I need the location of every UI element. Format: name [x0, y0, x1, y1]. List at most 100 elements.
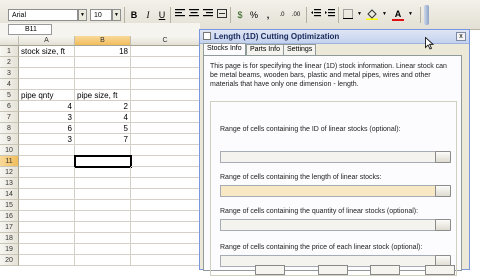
cell-a[interactable]: pipe qnty — [19, 90, 75, 101]
cell-c[interactable] — [131, 79, 200, 90]
increase-indent-icon[interactable] — [324, 9, 336, 21]
cell-a[interactable]: stock size, ft — [19, 46, 75, 57]
cell-b[interactable] — [75, 200, 131, 211]
align-center-icon[interactable] — [188, 9, 200, 21]
cell-b[interactable] — [75, 255, 131, 266]
currency-button[interactable]: $ — [234, 9, 246, 21]
row-header[interactable]: 10 — [0, 145, 19, 156]
font-name-box[interactable]: Arial — [8, 9, 78, 21]
cell-b[interactable]: 4 — [75, 112, 131, 123]
cell-c[interactable] — [131, 68, 200, 79]
font-dropdown-arrow-icon[interactable]: ▼ — [78, 9, 87, 21]
cell-b[interactable]: 2 — [75, 101, 131, 112]
row-header[interactable]: 9 — [0, 134, 19, 145]
column-header-b[interactable]: B — [75, 36, 131, 46]
row-header[interactable]: 8 — [0, 123, 19, 134]
stock-length-range-picker-button[interactable] — [435, 185, 451, 197]
font-color-button[interactable]: A — [392, 9, 404, 21]
cell-a[interactable] — [19, 57, 75, 68]
font-color-dropdown-arrow-icon[interactable]: ▼ — [406, 9, 415, 21]
row-header[interactable]: 18 — [0, 233, 19, 244]
borders-icon[interactable] — [342, 9, 354, 21]
borders-dropdown-arrow-icon[interactable]: ▼ — [355, 9, 364, 21]
cell-a[interactable]: 3 — [19, 112, 75, 123]
font-size-box[interactable]: 10 — [90, 9, 112, 21]
cell-b[interactable] — [75, 233, 131, 244]
cell-a[interactable] — [19, 189, 75, 200]
cell-a[interactable]: 4 — [19, 101, 75, 112]
row-header[interactable]: 4 — [0, 79, 19, 90]
stock-id-range-picker-button[interactable] — [435, 151, 451, 163]
cell-a[interactable] — [19, 244, 75, 255]
cell-a[interactable] — [19, 178, 75, 189]
row-header[interactable]: 2 — [0, 57, 19, 68]
row-header[interactable]: 19 — [0, 244, 19, 255]
row-header[interactable]: 14 — [0, 189, 19, 200]
cell-a[interactable]: 3 — [19, 134, 75, 145]
cell-c[interactable] — [131, 90, 200, 101]
decrease-indent-icon[interactable] — [310, 9, 322, 21]
cell-a[interactable] — [19, 145, 75, 156]
stock-id-range-input[interactable] — [220, 151, 438, 163]
cell-b[interactable] — [75, 167, 131, 178]
cell-a[interactable] — [19, 200, 75, 211]
row-header[interactable]: 17 — [0, 222, 19, 233]
size-dropdown-arrow-icon[interactable]: ▼ — [112, 9, 121, 21]
percent-button[interactable]: % — [248, 9, 260, 21]
row-header[interactable]: 15 — [0, 200, 19, 211]
fill-color-icon[interactable] — [366, 9, 378, 21]
cell-b[interactable] — [75, 145, 131, 156]
increase-decimal-icon[interactable]: .0 — [276, 9, 288, 21]
cell-c[interactable] — [131, 244, 200, 255]
row-header[interactable]: 20 — [0, 255, 19, 266]
align-right-icon[interactable] — [202, 9, 214, 21]
cell-b[interactable]: 18 — [75, 46, 131, 57]
dialog-button[interactable] — [318, 265, 348, 275]
dialog-button[interactable] — [425, 265, 455, 275]
cell-a[interactable]: 6 — [19, 123, 75, 134]
cell-c[interactable] — [131, 156, 200, 167]
cell-c[interactable] — [131, 211, 200, 222]
cell-a[interactable] — [19, 167, 75, 178]
decrease-decimal-icon[interactable]: .00 — [290, 9, 302, 21]
stock-length-range-input[interactable] — [220, 185, 438, 197]
cell-b[interactable]: 5 — [75, 123, 131, 134]
row-header[interactable]: 6 — [0, 101, 19, 112]
cell-a[interactable] — [19, 233, 75, 244]
cell-b[interactable] — [75, 211, 131, 222]
cell-a[interactable] — [19, 79, 75, 90]
bold-button[interactable]: B — [128, 9, 140, 21]
cell-c[interactable] — [131, 46, 200, 57]
cell-c[interactable] — [131, 233, 200, 244]
italic-button[interactable]: I — [142, 9, 154, 21]
stock-quantity-range-input[interactable] — [220, 219, 438, 231]
dialog-button[interactable] — [255, 265, 285, 275]
select-all-corner[interactable] — [0, 36, 19, 46]
row-header[interactable]: 11 — [0, 156, 19, 167]
row-header[interactable]: 13 — [0, 178, 19, 189]
cell-b[interactable] — [75, 57, 131, 68]
cell-b[interactable]: pipe size, ft — [75, 90, 131, 101]
cell-c[interactable] — [131, 255, 200, 266]
fill-dropdown-arrow-icon[interactable]: ▼ — [380, 9, 389, 21]
cell-b[interactable] — [75, 244, 131, 255]
row-header[interactable]: 5 — [0, 90, 19, 101]
cell-c[interactable] — [131, 178, 200, 189]
cell-a[interactable] — [19, 255, 75, 266]
column-header-a[interactable]: A — [19, 36, 75, 46]
row-header[interactable]: 1 — [0, 46, 19, 57]
row-header[interactable]: 16 — [0, 211, 19, 222]
cell-c[interactable] — [131, 167, 200, 178]
cell-b[interactable] — [74, 155, 132, 168]
row-header[interactable]: 7 — [0, 112, 19, 123]
align-left-icon[interactable] — [174, 9, 186, 21]
cell-b[interactable] — [75, 222, 131, 233]
cell-c[interactable] — [131, 189, 200, 200]
cell-b[interactable] — [75, 68, 131, 79]
stock-quantity-range-picker-button[interactable] — [435, 219, 451, 231]
underline-button[interactable]: U — [156, 9, 168, 21]
cell-c[interactable] — [131, 145, 200, 156]
row-header[interactable]: 12 — [0, 167, 19, 178]
cell-c[interactable] — [131, 57, 200, 68]
cell-c[interactable] — [131, 112, 200, 123]
